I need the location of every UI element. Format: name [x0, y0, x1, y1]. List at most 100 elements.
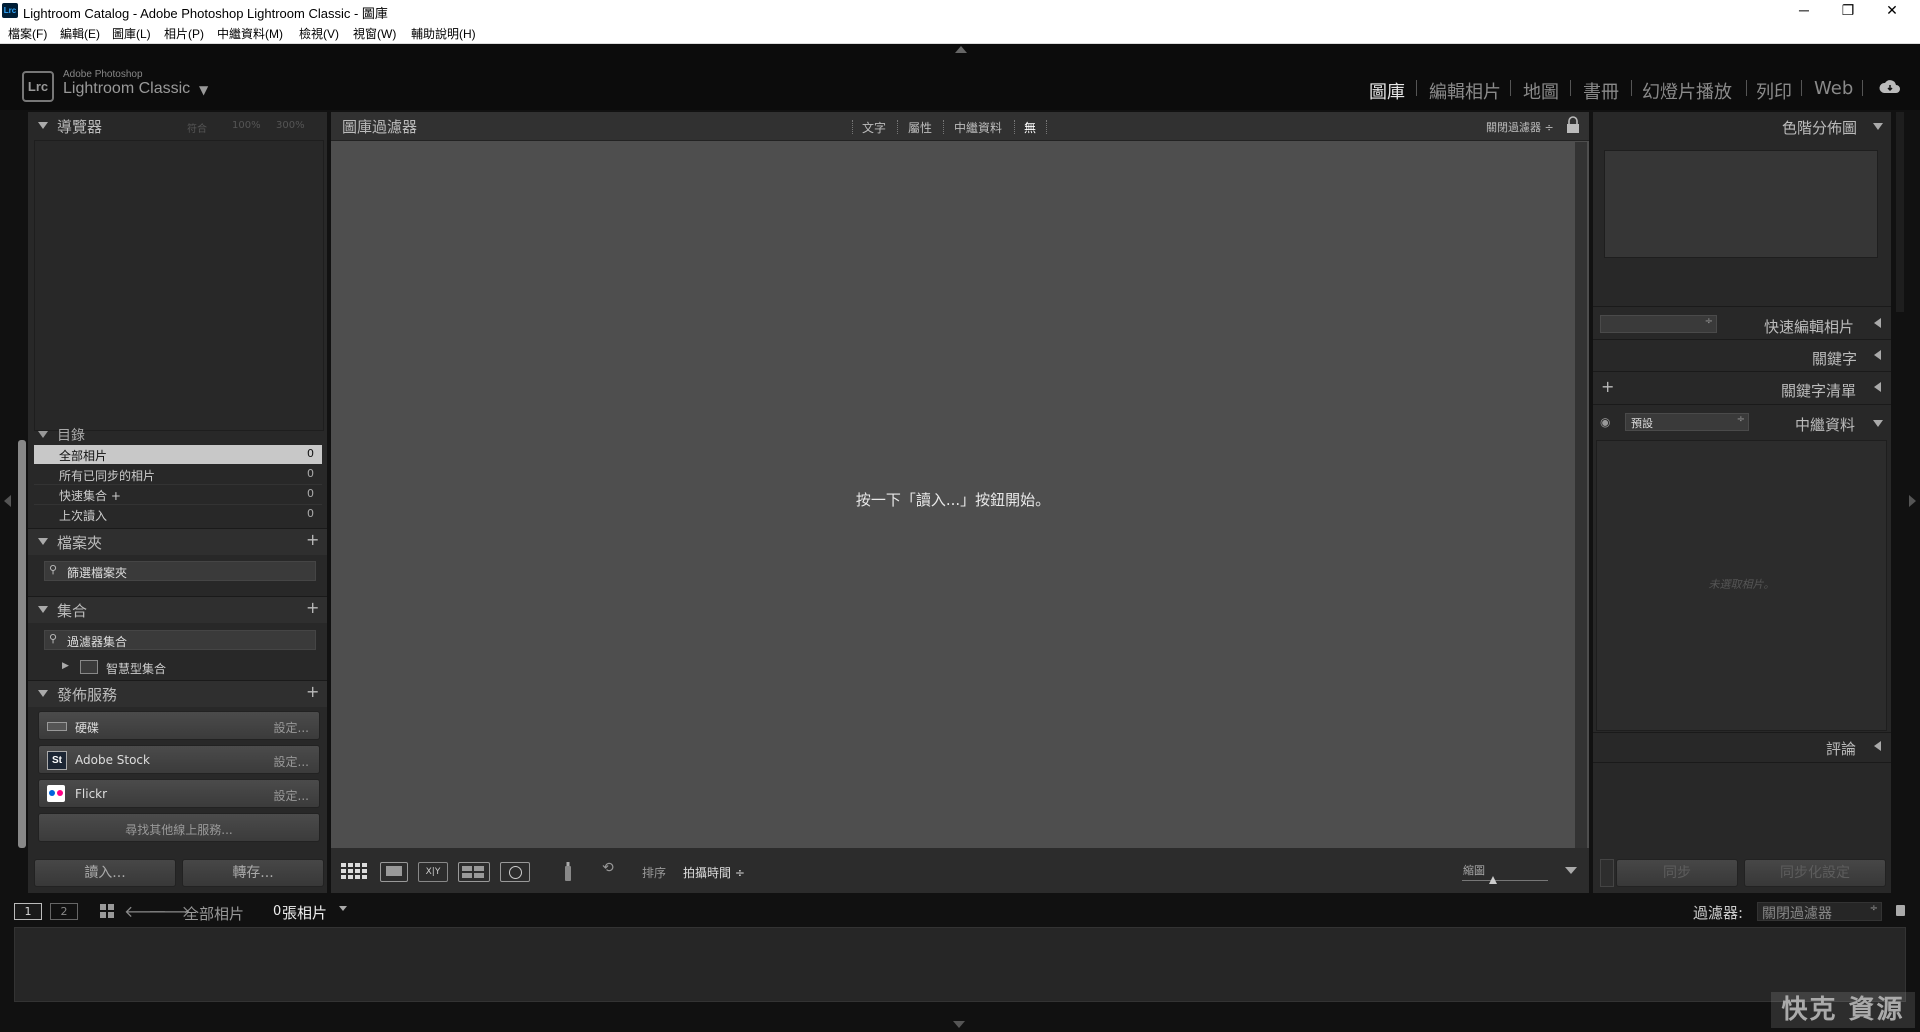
identity-menu-arrow-icon[interactable]: ▼ — [199, 83, 208, 97]
add-keyword-plus-icon[interactable]: + — [1601, 377, 1614, 396]
grid-scrollbar[interactable] — [1575, 142, 1587, 848]
comments-expand-icon[interactable] — [1874, 741, 1881, 751]
collapse-top-panel-arrow-icon[interactable] — [955, 46, 967, 53]
publish-service-settings[interactable]: 設定... — [274, 719, 309, 736]
module-slideshow[interactable]: 幻燈片播放 — [1642, 78, 1732, 104]
metadata-eye-icon[interactable]: ◉ — [1600, 415, 1610, 429]
menu-metadata[interactable]: 中繼資料(M) — [217, 25, 283, 42]
compare-view-icon[interactable]: X|Y — [418, 862, 448, 882]
menu-library[interactable]: 圖庫(L) — [112, 25, 151, 42]
painter-spray-can-icon[interactable] — [563, 860, 573, 882]
quick-develop-preset-dropdown[interactable]: ÷ — [1600, 315, 1717, 333]
keyword-list-expand-icon[interactable] — [1874, 382, 1881, 392]
menu-window[interactable]: 視窗(W) — [353, 25, 396, 42]
secondary-window-button[interactable]: 2 — [50, 903, 78, 920]
grid-view-shortcut-icon[interactable] — [99, 903, 115, 919]
grid-view-area[interactable] — [331, 112, 1589, 848]
module-library[interactable]: 圖庫 — [1369, 78, 1405, 104]
collapse-filmstrip-arrow-icon[interactable] — [953, 1021, 965, 1028]
add-folder-plus-icon[interactable]: + — [306, 530, 319, 549]
module-book[interactable]: 書冊 — [1583, 78, 1619, 104]
sort-dropdown[interactable]: 拍攝時間 ÷ — [683, 864, 745, 881]
menu-edit[interactable]: 編輯(E) — [60, 25, 100, 42]
catalog-item-quick-collection[interactable]: 快速集合 + 0 — [34, 485, 322, 505]
menu-photo[interactable]: 相片(P) — [164, 25, 204, 42]
cloud-sync-icon[interactable] — [1878, 78, 1902, 96]
module-separator — [1746, 80, 1747, 96]
catalog-item-all-photos[interactable]: 全部相片 0 — [34, 445, 322, 464]
export-button[interactable]: 轉存... — [182, 859, 324, 887]
filter-lock-icon[interactable] — [1566, 116, 1580, 134]
filmstrip-source-label[interactable]: 全部相片 — [184, 903, 244, 924]
module-map[interactable]: 地圖 — [1523, 78, 1559, 104]
keywording-expand-icon[interactable] — [1874, 350, 1881, 360]
catalog-item-previous-import[interactable]: 上次讀入 0 — [34, 505, 322, 524]
thumbnail-size-slider[interactable] — [1462, 880, 1548, 881]
publish-service-settings[interactable]: 設定... — [274, 753, 309, 770]
collapse-right-panel-arrow-icon[interactable] — [1909, 495, 1916, 507]
filmstrip-filter-value: 關閉過濾器 — [1762, 906, 1832, 922]
filter-lock-switch-icon[interactable] — [1896, 905, 1905, 916]
sync-settings-button[interactable]: 同步化設定 — [1744, 859, 1886, 887]
navigator-zoom-300[interactable]: 300% — [276, 120, 305, 131]
histogram-collapse-icon[interactable] — [1873, 123, 1883, 130]
filmstrip[interactable] — [14, 927, 1906, 1002]
smart-collection-expand-icon[interactable]: ▶ — [62, 661, 69, 671]
catalog-collapse-icon[interactable] — [38, 431, 48, 438]
menu-file[interactable]: 檔案(F) — [8, 25, 47, 42]
import-button[interactable]: 讀入... — [34, 859, 176, 887]
publish-services-collapse-icon[interactable] — [38, 690, 48, 697]
thumbnail-slider-handle[interactable] — [1489, 876, 1497, 884]
module-develop[interactable]: 編輯相片 — [1429, 78, 1501, 104]
collections-collapse-icon[interactable] — [38, 606, 48, 613]
sync-button[interactable]: 同步 — [1616, 859, 1738, 887]
minimize-button[interactable]: ─ — [1782, 0, 1826, 22]
filmstrip-source-menu-arrow-icon[interactable] — [339, 906, 347, 911]
quick-develop-expand-icon[interactable] — [1874, 318, 1881, 328]
add-collection-plus-icon[interactable]: + — [306, 598, 319, 617]
filter-tab-none[interactable]: 無 — [1024, 119, 1036, 136]
navigator-zoom-100[interactable]: 100% — [232, 120, 261, 131]
metadata-collapse-icon[interactable] — [1873, 420, 1883, 427]
maximize-button[interactable]: ❐ — [1826, 0, 1870, 22]
folders-collapse-icon[interactable] — [38, 538, 48, 545]
navigator-zoom-fit[interactable]: 符合 — [187, 120, 207, 135]
publish-service-settings[interactable]: 設定... — [274, 787, 309, 804]
sort-direction-icon[interactable]: ⟲ — [602, 860, 632, 882]
filter-preset-dropdown[interactable]: 關閉過濾器 ÷ — [1486, 119, 1554, 135]
left-panel-scrollbar[interactable] — [18, 440, 26, 848]
toolbar-content-menu-arrow-icon[interactable] — [1565, 867, 1577, 874]
quick-develop-title: 快速編輯相片 — [1764, 318, 1855, 336]
auto-sync-switch[interactable] — [1600, 859, 1614, 887]
menu-help[interactable]: 輔助說明(H) — [411, 25, 476, 42]
filter-tab-separator — [1014, 120, 1016, 134]
people-view-icon[interactable] — [500, 862, 530, 882]
catalog-item-synced[interactable]: 所有已同步的相片 0 — [34, 465, 322, 485]
metadata-preset-dropdown[interactable]: 預設 ÷ — [1625, 413, 1749, 431]
smart-collection-label[interactable]: 智慧型集合 — [106, 660, 166, 677]
find-more-services-button[interactable]: 尋找其他線上服務... — [38, 813, 320, 842]
filter-tab-attribute[interactable]: 屬性 — [908, 119, 932, 136]
folder-filter-input[interactable]: ⚲ 篩選檔案夾 — [44, 561, 316, 581]
collection-filter-input[interactable]: ⚲ 過濾器集合 — [44, 630, 316, 650]
grid-view-icon[interactable] — [340, 862, 368, 880]
collapse-left-panel-arrow-icon[interactable] — [4, 495, 11, 507]
filter-tab-text[interactable]: 文字 — [862, 119, 886, 136]
right-panel-scrollbar[interactable] — [1896, 112, 1904, 312]
histogram-title: 色階分佈圖 — [1782, 119, 1858, 137]
menu-view[interactable]: 檢視(V) — [299, 25, 339, 42]
publish-service-adobe-stock[interactable]: St Adobe Stock 設定... — [38, 745, 320, 774]
loupe-view-icon[interactable] — [380, 862, 408, 882]
close-button[interactable]: ✕ — [1870, 0, 1914, 22]
survey-view-icon[interactable] — [458, 862, 490, 882]
filmstrip-filter-dropdown[interactable]: 關閉過濾器 ÷ — [1757, 902, 1882, 922]
publish-service-hard-drive[interactable]: 硬碟 設定... — [38, 711, 320, 740]
module-print[interactable]: 列印 — [1756, 78, 1792, 104]
primary-window-button[interactable]: 1 — [14, 903, 42, 920]
module-web[interactable]: Web — [1814, 78, 1853, 99]
add-publish-service-plus-icon[interactable]: + — [306, 682, 319, 701]
publish-service-flickr[interactable]: Flickr 設定... — [38, 779, 320, 808]
navigator-collapse-icon[interactable] — [38, 122, 48, 129]
navigator-preview[interactable] — [34, 140, 324, 431]
filter-tab-metadata[interactable]: 中繼資料 — [954, 119, 1002, 136]
